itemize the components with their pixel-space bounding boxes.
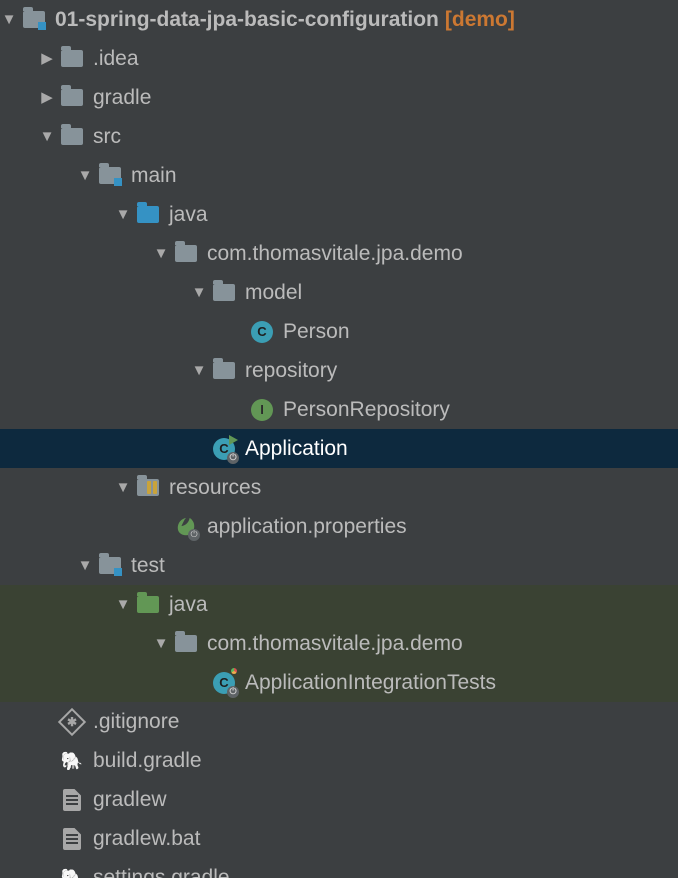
module-folder-icon bbox=[97, 167, 123, 184]
folder-icon bbox=[173, 245, 199, 262]
folder-icon bbox=[59, 128, 85, 145]
gitignore-icon: ✱ bbox=[59, 712, 85, 732]
chevron-right-icon[interactable]: ▶ bbox=[38, 90, 56, 105]
tree-item-label: model bbox=[245, 281, 302, 305]
tree-item-label: gradle bbox=[93, 86, 151, 110]
tree-item-res[interactable]: ▼ resources bbox=[0, 468, 678, 507]
folder-icon bbox=[211, 362, 237, 379]
tree-item-label: Application bbox=[245, 437, 348, 461]
tree-item-repo[interactable]: ▼ repository bbox=[0, 351, 678, 390]
spring-config-icon bbox=[173, 516, 199, 538]
tree-item-prsnrepo[interactable]: ▼IPersonRepository bbox=[0, 390, 678, 429]
chevron-right-icon[interactable]: ▶ bbox=[38, 51, 56, 66]
tree-item-bgradle[interactable]: ▼🐘build.gradle bbox=[0, 741, 678, 780]
class-icon: C bbox=[249, 321, 275, 343]
test-class-icon: C bbox=[211, 672, 237, 694]
chevron-down-icon[interactable]: ▼ bbox=[114, 597, 132, 612]
tree-item-sgradle[interactable]: ▼🐘settings.gradle bbox=[0, 858, 678, 878]
project-tree[interactable]: ▼ 01-spring-data-jpa-basic-configuration[… bbox=[0, 0, 678, 878]
tree-item-label: com.thomasvitale.jpa.demo bbox=[207, 242, 463, 266]
chevron-down-icon[interactable]: ▼ bbox=[0, 12, 18, 27]
tree-item-label: gradlew bbox=[93, 788, 167, 812]
chevron-down-icon[interactable]: ▼ bbox=[76, 558, 94, 573]
tree-item-gradlew[interactable]: ▼gradlew bbox=[0, 780, 678, 819]
tree-item-main[interactable]: ▼ main bbox=[0, 156, 678, 195]
tree-item-approp[interactable]: ▼application.properties bbox=[0, 507, 678, 546]
source-folder-icon bbox=[135, 206, 161, 223]
tree-item-label: .gitignore bbox=[93, 710, 179, 734]
tree-item-label: resources bbox=[169, 476, 261, 500]
tree-item-gradlewb[interactable]: ▼gradlew.bat bbox=[0, 819, 678, 858]
folder-icon bbox=[211, 284, 237, 301]
chevron-down-icon[interactable]: ▼ bbox=[38, 129, 56, 144]
runnable-class-icon: C bbox=[211, 438, 237, 460]
tree-item-label: 01-spring-data-jpa-basic-configuration bbox=[55, 8, 439, 32]
tree-item-tjava[interactable]: ▼ java bbox=[0, 585, 678, 624]
chevron-down-icon[interactable]: ▼ bbox=[114, 480, 132, 495]
module-folder-icon bbox=[21, 11, 47, 28]
tree-item-label: build.gradle bbox=[93, 749, 202, 773]
tree-item-label: repository bbox=[245, 359, 337, 383]
tree-item-label: application.properties bbox=[207, 515, 407, 539]
tree-item-java[interactable]: ▼ java bbox=[0, 195, 678, 234]
folder-icon bbox=[59, 50, 85, 67]
tree-item-label: gradlew.bat bbox=[93, 827, 200, 851]
chevron-down-icon[interactable]: ▼ bbox=[76, 168, 94, 183]
chevron-down-icon[interactable]: ▼ bbox=[190, 285, 208, 300]
tree-item-label: .idea bbox=[93, 47, 139, 71]
file-icon bbox=[59, 789, 85, 811]
gradle-icon: 🐘 bbox=[59, 869, 85, 878]
tree-item-label: main bbox=[131, 164, 177, 188]
chevron-down-icon[interactable]: ▼ bbox=[114, 207, 132, 222]
tree-item-apptest[interactable]: ▼CApplicationIntegrationTests bbox=[0, 663, 678, 702]
file-icon bbox=[59, 828, 85, 850]
test-folder-icon bbox=[135, 596, 161, 613]
tree-item-label: com.thomasvitale.jpa.demo bbox=[207, 632, 463, 656]
gradle-icon: 🐘 bbox=[59, 752, 85, 770]
chevron-down-icon[interactable]: ▼ bbox=[152, 246, 170, 261]
tree-item-app[interactable]: ▼CApplication bbox=[0, 429, 678, 468]
module-suffix: [demo] bbox=[445, 8, 515, 32]
tree-item-person[interactable]: ▼CPerson bbox=[0, 312, 678, 351]
tree-item-gitig[interactable]: ▼✱.gitignore bbox=[0, 702, 678, 741]
chevron-down-icon[interactable]: ▼ bbox=[190, 363, 208, 378]
tree-item-test[interactable]: ▼ test bbox=[0, 546, 678, 585]
interface-icon: I bbox=[249, 399, 275, 421]
folder-icon bbox=[173, 635, 199, 652]
tree-item-pkg[interactable]: ▼ com.thomasvitale.jpa.demo bbox=[0, 234, 678, 273]
tree-item-label: test bbox=[131, 554, 165, 578]
tree-item-src[interactable]: ▼ src bbox=[0, 117, 678, 156]
tree-item-label: PersonRepository bbox=[283, 398, 450, 422]
tree-item-label: java bbox=[169, 203, 208, 227]
tree-item-label: Person bbox=[283, 320, 350, 344]
tree-item-tpkg[interactable]: ▼ com.thomasvitale.jpa.demo bbox=[0, 624, 678, 663]
tree-item-label: ApplicationIntegrationTests bbox=[245, 671, 496, 695]
folder-icon bbox=[59, 89, 85, 106]
tree-item-root[interactable]: ▼ 01-spring-data-jpa-basic-configuration[… bbox=[0, 0, 678, 39]
tree-item-label: settings.gradle bbox=[93, 866, 230, 878]
tree-item-idea[interactable]: ▶ .idea bbox=[0, 39, 678, 78]
tree-item-model[interactable]: ▼ model bbox=[0, 273, 678, 312]
tree-item-label: src bbox=[93, 125, 121, 149]
resources-folder-icon bbox=[135, 479, 161, 496]
tree-item-gradle[interactable]: ▶ gradle bbox=[0, 78, 678, 117]
tree-item-label: java bbox=[169, 593, 208, 617]
module-folder-icon bbox=[97, 557, 123, 574]
chevron-down-icon[interactable]: ▼ bbox=[152, 636, 170, 651]
